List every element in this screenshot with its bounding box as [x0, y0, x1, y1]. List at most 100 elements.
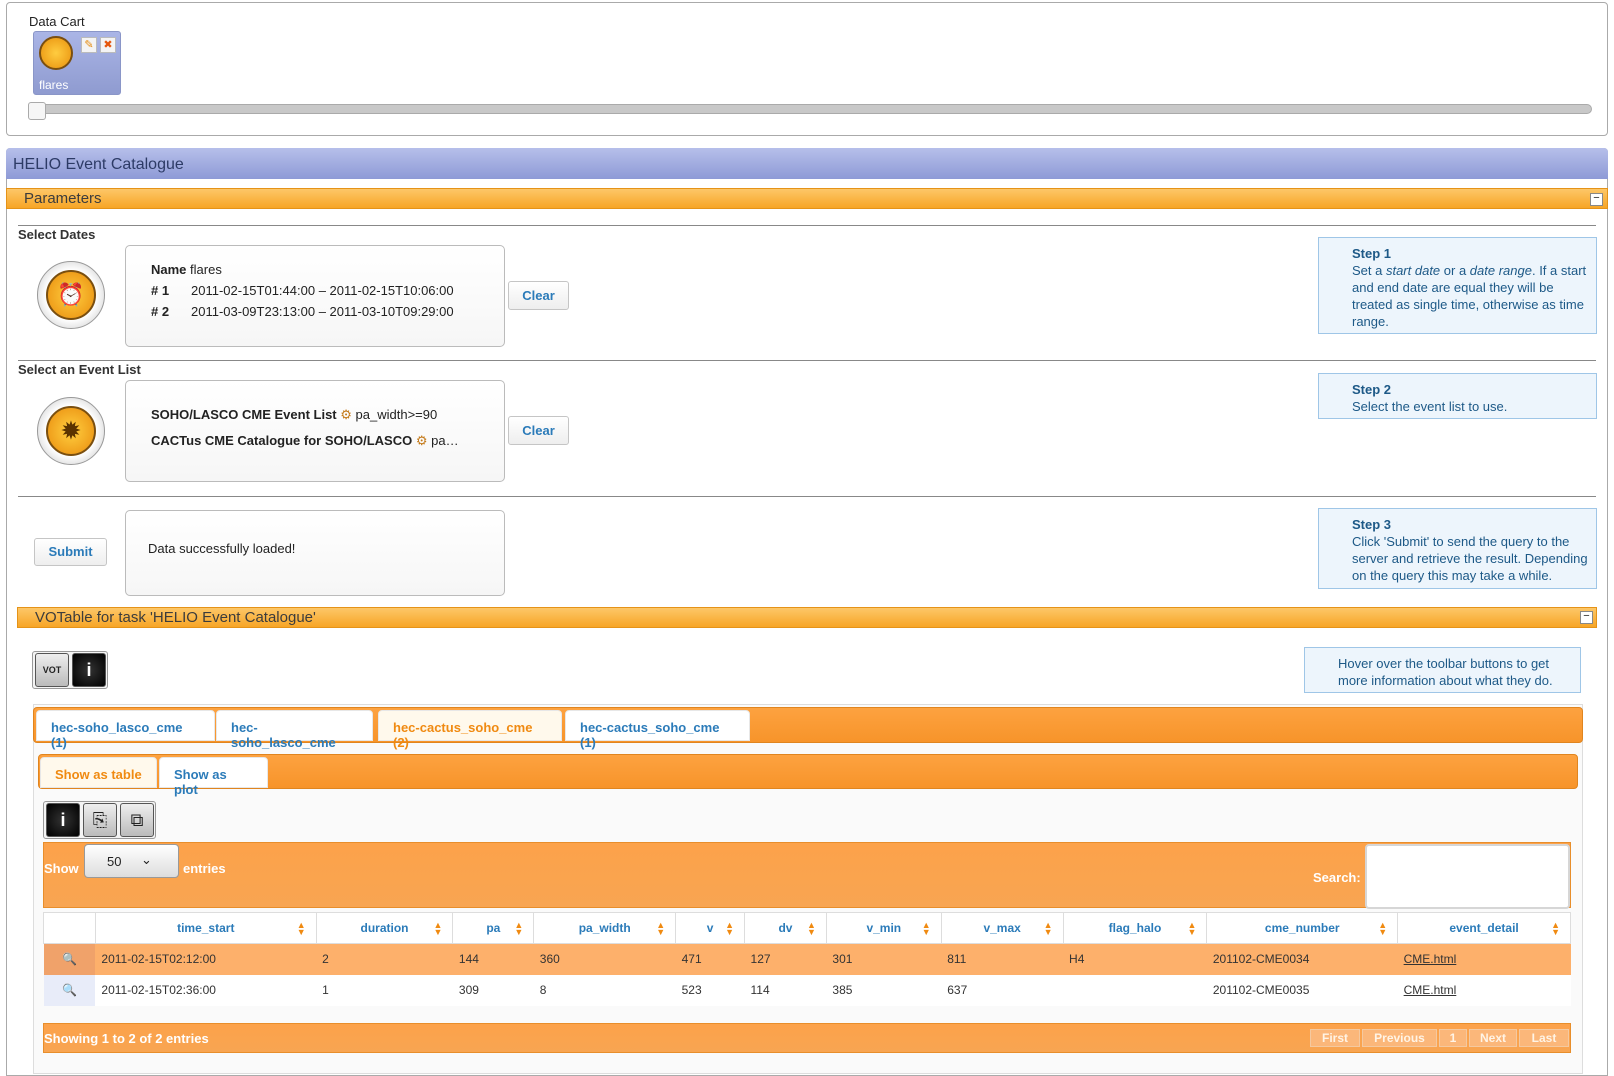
- divider: [18, 360, 1596, 361]
- cart-slider-handle[interactable]: [28, 102, 46, 120]
- step1-text: or a: [1440, 263, 1470, 278]
- clock-icon: ⏰: [46, 270, 96, 320]
- view-tabbar: [38, 754, 1578, 789]
- event-detail-link[interactable]: CME.html: [1397, 974, 1571, 1006]
- collapse-parameters-icon[interactable]: −: [1590, 193, 1603, 206]
- save-votable-icon[interactable]: VOT: [35, 653, 69, 687]
- clear-dates-button[interactable]: Clear: [508, 281, 569, 310]
- resize-columns-icon[interactable]: ⧉: [120, 803, 154, 837]
- column-label: duration: [360, 921, 409, 935]
- date-row: # 2 2011-03-09T23:13:00 – 2011-03-10T09:2…: [151, 304, 454, 319]
- collapse-votable-icon[interactable]: −: [1580, 611, 1593, 624]
- column-header-flag-halo[interactable]: flag_halo ▲ ▼: [1062, 912, 1208, 944]
- divider: [18, 496, 1596, 497]
- divider: [18, 225, 1596, 226]
- column-header-cme-number[interactable]: cme_number ▲ ▼: [1206, 912, 1399, 944]
- results-table: time_start ▲ ▼ duration ▲ ▼ pa ▲ ▼ pa_width ▲ ▼ v ▲ ▼ d…: [43, 912, 1571, 1006]
- table-cell: 114: [744, 974, 827, 1006]
- pager-previous[interactable]: Previous: [1362, 1029, 1437, 1047]
- tab-show-as-table[interactable]: Show as table: [40, 757, 157, 788]
- tab-hec-soho-lasco-cme-1[interactable]: hec-soho_lasco_cme (1): [36, 710, 215, 750]
- sort-icon: ▲ ▼: [433, 920, 443, 937]
- magnifier-icon[interactable]: 🔍: [43, 974, 96, 1006]
- cart-item-label: flares: [39, 78, 69, 92]
- sort-icon: ▲ ▼: [296, 920, 306, 937]
- delete-icon[interactable]: ✖: [100, 37, 116, 53]
- pager-next[interactable]: Next: [1469, 1029, 1517, 1047]
- event-list-name: SOHO/LASCO CME Event List: [151, 407, 337, 422]
- column-header-pa[interactable]: pa ▲ ▼: [452, 912, 535, 944]
- pager-last[interactable]: Last: [1519, 1029, 1569, 1047]
- event-list-item: CACTus CME Catalogue for SOHO/LASCO ⚙ pa…: [151, 433, 459, 449]
- table-cell: 301: [826, 943, 942, 975]
- date-picker-icon[interactable]: ⏰: [37, 261, 105, 329]
- magnifier-icon[interactable]: 🔍: [43, 943, 96, 975]
- column-header-v-max[interactable]: v_max ▲ ▼: [940, 912, 1064, 944]
- name-label: Name: [151, 262, 187, 277]
- parameters-bar[interactable]: Parameters: [6, 188, 1608, 209]
- table-cell: 2: [316, 943, 453, 975]
- select-event-list-title: Select an Event List: [18, 362, 141, 377]
- edit-icon[interactable]: ✎: [81, 37, 97, 53]
- table-cell: 360: [533, 943, 676, 975]
- info-icon[interactable]: i: [72, 653, 106, 687]
- table-cell: 2011-02-15T02:36:00: [95, 974, 317, 1006]
- dates-card: Name flares # 1 2011-02-15T01:44:00 – 201…: [125, 245, 505, 347]
- column-header-v-min[interactable]: v_min ▲ ▼: [825, 912, 942, 944]
- gear-icon[interactable]: ⚙: [340, 407, 352, 422]
- step1-text: date range: [1469, 263, 1532, 278]
- search-label: Search:: [1313, 870, 1361, 885]
- table-cell: 309: [452, 974, 534, 1006]
- step1-text: start date: [1385, 263, 1441, 278]
- select-rows-icon[interactable]: ⎘: [83, 803, 117, 837]
- gear-icon[interactable]: ⚙: [416, 433, 428, 448]
- column-label: pa_width: [578, 921, 631, 935]
- status-message: Data successfully loaded!: [148, 541, 296, 556]
- column-header-v[interactable]: v ▲ ▼: [675, 912, 746, 944]
- event-list-param: pa_width>=90: [355, 407, 438, 422]
- submit-button[interactable]: Submit: [34, 538, 107, 566]
- cart-item-flares[interactable]: ✎ ✖ flares: [33, 31, 121, 95]
- pager-page[interactable]: 1: [1439, 1029, 1467, 1047]
- date-range-value: 2011-03-09T23:13:00 – 2011-03-10T09:29:0…: [191, 304, 454, 319]
- table-row[interactable]: 🔍 2011-02-15T02:12:00 2 144 360 471 127 301 811 H…: [43, 943, 1571, 975]
- info-icon[interactable]: i: [46, 803, 80, 837]
- column-header-dv[interactable]: dv ▲ ▼: [744, 912, 827, 944]
- column-header-time-start[interactable]: time_start ▲ ▼: [94, 912, 317, 944]
- table-cell: 637: [941, 974, 1064, 1006]
- table-info: Showing 1 to 2 of 2 entries: [44, 1031, 209, 1046]
- event-list-item: SOHO/LASCO CME Event List ⚙ pa_width>=90: [151, 407, 437, 423]
- select-column-header: [43, 912, 96, 944]
- table-footer: Showing 1 to 2 of 2 entries First Previo…: [43, 1023, 1571, 1053]
- clear-events-button[interactable]: Clear: [508, 416, 569, 445]
- pager-first[interactable]: First: [1310, 1029, 1360, 1047]
- column-header-event-detail[interactable]: event_detail ▲ ▼: [1397, 912, 1571, 944]
- step1-title: Step 1: [1352, 246, 1392, 261]
- column-label: v_min: [866, 921, 902, 935]
- table-cell: 2011-02-15T02:12:00: [95, 943, 317, 975]
- step1-text: Set a: [1352, 263, 1386, 278]
- cart-slider-track[interactable]: [30, 104, 1592, 114]
- entries-select[interactable]: 50 ⌄: [84, 844, 179, 878]
- event-list-picker-icon[interactable]: ✹: [37, 397, 105, 465]
- tab-hec-cactus-soho-cme-1[interactable]: hec-cactus_soho_cme (1): [565, 710, 750, 750]
- table-cell: 1: [316, 974, 453, 1006]
- column-header-duration[interactable]: duration ▲ ▼: [315, 912, 454, 944]
- table-cell: 811: [941, 943, 1064, 975]
- show-label: Show: [44, 861, 79, 876]
- data-cart-panel: [6, 2, 1608, 136]
- tab-hec-cactus-soho-cme-2[interactable]: hec-cactus_soho_cme (2): [378, 710, 562, 750]
- sort-icon: ▲ ▼: [1187, 920, 1197, 937]
- table-row[interactable]: 🔍 2011-02-15T02:36:00 1 309 8 523 114 385 637 201…: [43, 974, 1571, 1006]
- tab-hec-soho-lasco-cme[interactable]: hec-soho_lasco_cme: [216, 710, 373, 750]
- event-list-name: CACTus CME Catalogue for SOHO/LASCO: [151, 433, 413, 448]
- votable-bar[interactable]: VOTable for task 'HELIO Event Catalogue': [17, 607, 1597, 628]
- step1-help: Step 1 Set a start date or a date range.…: [1318, 237, 1597, 334]
- column-header-pa-width[interactable]: pa_width ▲ ▼: [533, 912, 677, 944]
- tab-show-as-plot[interactable]: Show as plot: [159, 757, 268, 797]
- search-input[interactable]: [1365, 844, 1570, 909]
- table-cell: 201102-CME0034: [1206, 943, 1398, 975]
- table-cell: H4: [1063, 943, 1207, 975]
- table-cell: [1063, 974, 1207, 1006]
- event-detail-link[interactable]: CME.html: [1397, 943, 1571, 975]
